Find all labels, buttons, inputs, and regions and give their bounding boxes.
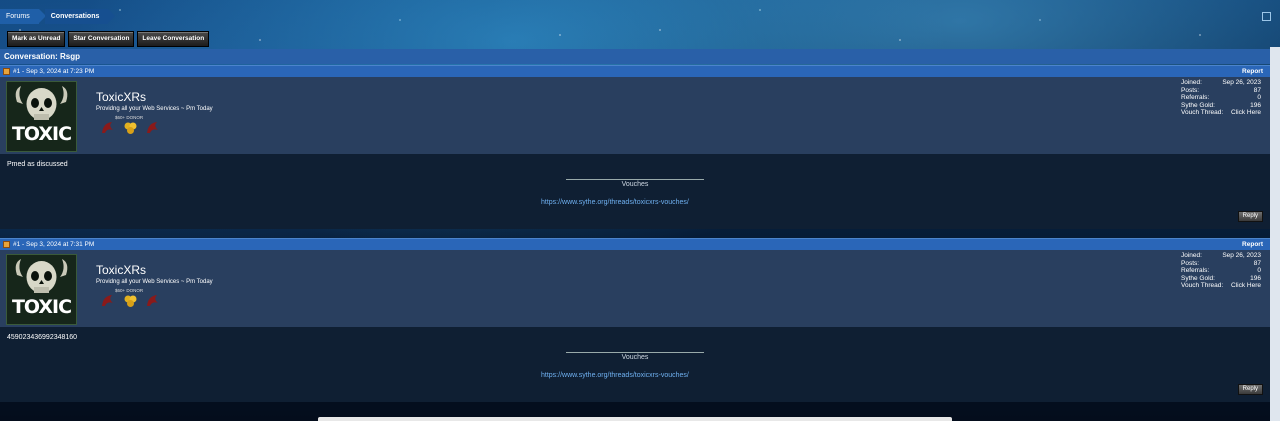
stat-value: 87: [1253, 86, 1261, 94]
stat-label: Vouch Thread:: [1181, 109, 1224, 117]
stat-value: Sep 26, 2023: [1222, 79, 1261, 86]
stat-value: 0: [1257, 267, 1261, 275]
signature-title: Vouches: [621, 354, 649, 361]
conversation-actions: Mark as Unread Star Conversation Leave C…: [7, 31, 210, 47]
stat-value: 0: [1257, 94, 1261, 102]
user-stats: Joined: Sep 26, 2023 Posts: 87 Referrals: 0…: [1181, 252, 1261, 290]
post: #1 - Sep 3, 2024 at 7:23 PM Report TOXIC…: [0, 65, 1270, 229]
post-header: #1 - Sep 3, 2024 at 7:23 PM Report: [0, 65, 1270, 77]
report-link[interactable]: Report: [1242, 66, 1263, 77]
post: #1 - Sep 3, 2024 at 7:31 PM Report TOXIC…: [0, 238, 1270, 402]
signature-divider: [566, 352, 704, 353]
stat-label: Joined:: [1181, 79, 1202, 86]
stat-value: 196: [1250, 274, 1261, 282]
conversation-title: Conversation: Rsgp: [0, 49, 1270, 64]
breadcrumb-conversations[interactable]: Conversations: [44, 9, 115, 24]
stat-label: Posts:: [1181, 259, 1200, 267]
red-claw-badge-icon: [102, 122, 113, 133]
avatar-text: TOXIC: [11, 296, 72, 318]
gold-coins-badge-icon: [124, 122, 137, 134]
leave-conversation-button[interactable]: Leave Conversation: [137, 31, 210, 47]
post-message: Pmed as discussed: [7, 161, 68, 168]
reply-button[interactable]: Reply: [1237, 211, 1263, 222]
stat-label: Referrals:: [1181, 94, 1210, 102]
breadcrumb-forums[interactable]: Forums: [0, 9, 46, 24]
avatar[interactable]: TOXIC: [6, 81, 77, 152]
vouch-thread-link[interactable]: Click Here: [1231, 282, 1261, 290]
gold-coins-badge-icon: [124, 295, 137, 307]
post-icon: [3, 68, 10, 75]
vouch-thread-link[interactable]: Click Here: [1231, 109, 1261, 117]
signature-link[interactable]: https://www.sythe.org/threads/toxicxrs-v…: [541, 199, 689, 206]
red-claw-badge-icon: [102, 295, 113, 306]
post-body: 459023436992348160 Vouches https://www.s…: [0, 327, 1270, 402]
reply-button[interactable]: Reply: [1237, 384, 1263, 395]
post-body: Pmed as discussed Vouches https://www.sy…: [0, 154, 1270, 229]
user-stats: Joined: Sep 26, 2023 Posts: 87 Referrals: 0…: [1181, 79, 1261, 117]
mark-unread-button[interactable]: Mark as Unread: [7, 31, 66, 47]
author-panel: TOXIC ToxicXRs Providng all your Web Ser…: [0, 250, 1270, 327]
user-title: Providng all your Web Services ~ Pm Toda…: [96, 279, 213, 285]
signature-divider: [566, 179, 704, 180]
bottom-bar: [318, 417, 952, 421]
post-icon: [3, 241, 10, 248]
star-conversation-button[interactable]: Star Conversation: [68, 31, 135, 47]
post-meta: #1 - Sep 3, 2024 at 7:31 PM: [13, 241, 95, 248]
red-claw-badge-icon: [147, 295, 158, 306]
stat-label: Referrals:: [1181, 267, 1210, 275]
post-meta: #1 - Sep 3, 2024 at 7:23 PM: [13, 68, 95, 75]
signature-title: Vouches: [621, 181, 649, 188]
scrollbar-track[interactable]: [1270, 47, 1280, 421]
stat-label: Sythe Gold:: [1181, 101, 1215, 109]
username[interactable]: ToxicXRs: [96, 263, 146, 277]
stat-value: 87: [1253, 259, 1261, 267]
stat-label: Posts:: [1181, 86, 1200, 94]
stat-label: Joined:: [1181, 252, 1202, 259]
stat-value: 196: [1250, 101, 1261, 109]
stat-value: Sep 26, 2023: [1222, 252, 1261, 259]
report-link[interactable]: Report: [1242, 239, 1263, 250]
avatar-text: TOXIC: [11, 123, 72, 145]
red-claw-badge-icon: [147, 122, 158, 133]
stat-label: Sythe Gold:: [1181, 274, 1215, 282]
post-header: #1 - Sep 3, 2024 at 7:31 PM Report: [0, 238, 1270, 250]
username[interactable]: ToxicXRs: [96, 90, 146, 104]
stat-label: Vouch Thread:: [1181, 282, 1224, 290]
post-message: 459023436992348160: [7, 334, 78, 341]
signature-link[interactable]: https://www.sythe.org/threads/toxicxrs-v…: [541, 372, 689, 379]
breadcrumb: Forums Conversations: [0, 9, 115, 24]
author-panel: TOXIC ToxicXRs Providng all your Web Ser…: [0, 77, 1270, 154]
avatar[interactable]: TOXIC: [6, 254, 77, 325]
user-title: Providng all your Web Services ~ Pm Toda…: [96, 106, 213, 112]
expand-icon[interactable]: [1262, 12, 1271, 21]
